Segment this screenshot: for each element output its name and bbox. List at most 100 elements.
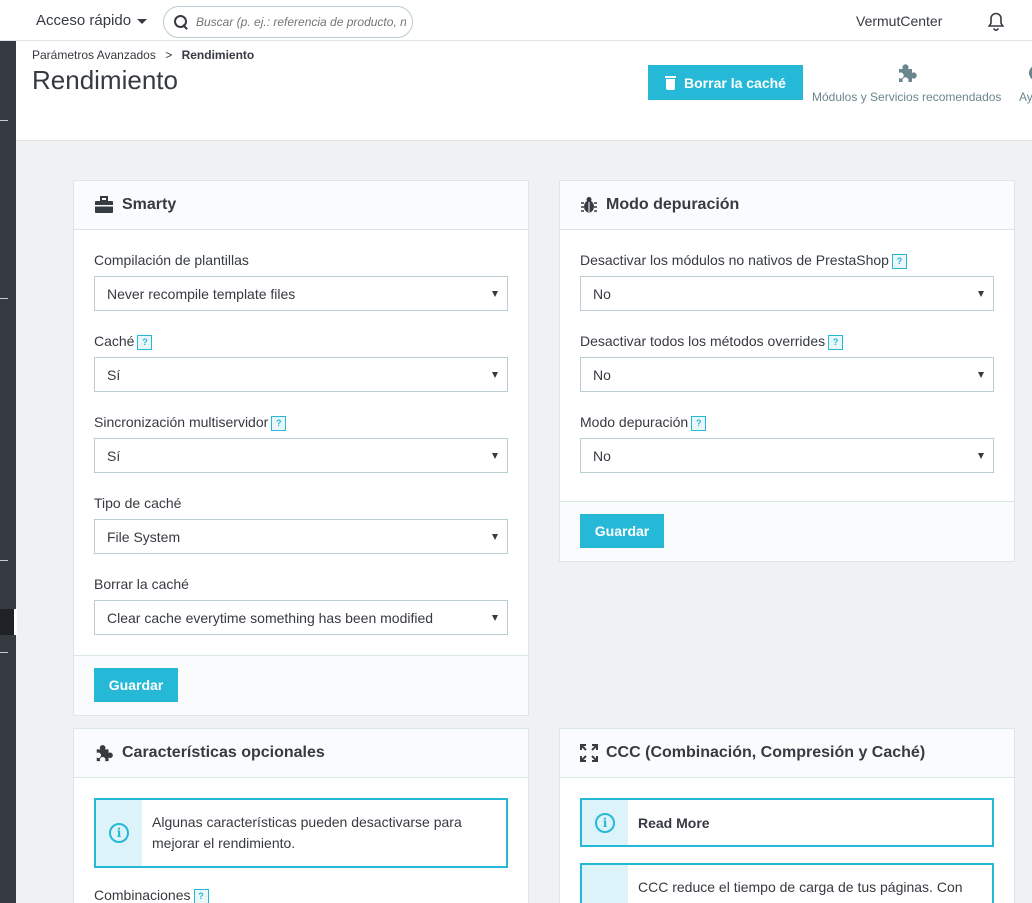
- briefcase-icon: [95, 196, 113, 213]
- cache-type-select[interactable]: File System: [94, 519, 508, 554]
- template-compilation-value: Never recompile template files: [107, 285, 296, 302]
- multiserver-sync-label-row: Sincronización multiservidor?: [94, 414, 508, 432]
- debug-panel-footer: Guardar: [560, 501, 1014, 561]
- optional-features-title: Características opcionales: [122, 744, 325, 761]
- disable-overrides-value: No: [593, 366, 611, 383]
- template-compilation-select[interactable]: Never recompile template files: [94, 276, 508, 311]
- clear-cache-field: Borrar la caché Clear cache everytime so…: [94, 576, 508, 635]
- ccc-description-text: CCC reduce el tiempo de carga de tus pág…: [638, 879, 963, 895]
- help-icon[interactable]: ?: [193, 888, 209, 903]
- page-title: Rendimiento: [32, 65, 178, 95]
- ccc-title: CCC (Combinación, Compresión y Caché): [606, 744, 926, 761]
- read-more-icon-box: i: [582, 800, 628, 845]
- dropdown-arrow-icon: [978, 372, 984, 378]
- help-icon[interactable]: ?: [828, 334, 844, 350]
- debug-panel: Modo depuración Desactivar los módulos n…: [559, 180, 1015, 562]
- template-compilation-label: Compilación de plantillas: [94, 252, 249, 268]
- multiserver-sync-field: Sincronización multiservidor? Sí: [94, 414, 508, 473]
- info-icon: i: [595, 812, 615, 833]
- combinations-label: Combinaciones: [94, 887, 191, 903]
- debug-mode-select[interactable]: No: [580, 438, 994, 473]
- puzzle-icon: [96, 745, 113, 762]
- help-icon[interactable]: ?: [691, 415, 707, 431]
- clear-cache-button[interactable]: Borrar la caché: [648, 65, 803, 100]
- dropdown-arrow-icon: [978, 291, 984, 297]
- read-more-text[interactable]: Read More: [628, 800, 720, 845]
- ccc-description-icon-box: [582, 865, 628, 903]
- ccc-description-alert: CCC reduce el tiempo de carga de tus pág…: [580, 863, 994, 903]
- smarty-panel-footer: Guardar: [74, 655, 528, 715]
- clear-cache-select[interactable]: Clear cache everytime something has been…: [94, 600, 508, 635]
- search-box[interactable]: [163, 6, 413, 38]
- sidebar-active-item[interactable]: [0, 609, 17, 635]
- debug-mode-value: No: [593, 447, 611, 464]
- page-header: Parámetros Avanzados > Rendimiento Rendi…: [16, 41, 1032, 141]
- help-icon[interactable]: ?: [137, 334, 153, 350]
- bug-icon: [581, 197, 597, 213]
- cache-select[interactable]: Sí: [94, 357, 508, 392]
- multiserver-sync-select[interactable]: Sí: [94, 438, 508, 473]
- info-alert-icon-box: i: [96, 800, 142, 866]
- info-icon: i: [109, 823, 129, 843]
- debug-title: Modo depuración: [606, 196, 740, 213]
- help-icon[interactable]: ?: [271, 415, 287, 431]
- cache-label: Caché: [94, 333, 135, 349]
- read-more-alert[interactable]: i Read More: [580, 798, 994, 847]
- cache-label-row: Caché?: [94, 333, 508, 351]
- sidebar-divider: [0, 652, 8, 653]
- disable-overrides-select[interactable]: No: [580, 357, 994, 392]
- quick-access-dropdown[interactable]: Acceso rápido: [36, 12, 148, 29]
- template-compilation-field: Compilación de plantillas Never recompil…: [94, 252, 508, 311]
- multiserver-sync-label: Sincronización multiservidor: [94, 414, 269, 430]
- optional-features-panel: Características opcionales i Algunas car…: [73, 728, 529, 903]
- shop-name-link[interactable]: VermutCenter: [856, 13, 942, 29]
- dropdown-arrow-icon: [492, 534, 498, 540]
- help-icon[interactable]: ?: [891, 253, 907, 269]
- recommended-modules-label: Módulos y Servicios recomendados: [812, 90, 1002, 104]
- dropdown-arrow-icon: [492, 372, 498, 378]
- sidebar: [0, 41, 17, 903]
- disable-overrides-label: Desactivar todos los métodos overrides: [580, 333, 826, 349]
- help-circle-icon: [1029, 66, 1032, 80]
- ccc-panel: CCC (Combinación, Compresión y Caché) i …: [559, 728, 1015, 903]
- smarty-panel-header: Smarty: [74, 181, 528, 230]
- dropdown-arrow-icon: [492, 453, 498, 459]
- smarty-title: Smarty: [122, 196, 177, 213]
- debug-mode-label-row: Modo depuración?: [580, 414, 994, 432]
- dropdown-arrow-icon: [492, 615, 498, 621]
- disable-non-native-modules-field: Desactivar los módulos no nativos de Pre…: [580, 252, 994, 311]
- cache-field: Caché? Sí: [94, 333, 508, 392]
- top-header: Acceso rápido VermutCenter: [0, 0, 1032, 41]
- debug-save-button[interactable]: Guardar: [580, 514, 664, 548]
- disable-non-native-modules-value: No: [593, 285, 611, 302]
- expand-icon: [580, 744, 598, 762]
- dropdown-arrow-icon: [978, 453, 984, 459]
- disable-non-native-modules-label: Desactivar los módulos no nativos de Pre…: [580, 252, 889, 268]
- smarty-save-button[interactable]: Guardar: [94, 668, 178, 702]
- dropdown-arrow-icon: [492, 291, 498, 297]
- smarty-panel: Smarty Compilación de plantillas Never r…: [73, 180, 529, 716]
- chevron-down-icon: [137, 19, 148, 24]
- disable-non-native-modules-label-row: Desactivar los módulos no nativos de Pre…: [580, 252, 994, 270]
- cache-value: Sí: [107, 366, 121, 383]
- clear-cache-value: Clear cache everytime something has been…: [107, 609, 434, 626]
- cache-type-value: File System: [107, 528, 181, 545]
- clear-cache-field-label: Borrar la caché: [94, 576, 189, 592]
- help-link[interactable]: Ay: [1019, 63, 1032, 104]
- debug-mode-label: Modo depuración: [580, 414, 689, 430]
- breadcrumb-parent[interactable]: Parámetros Avanzados: [32, 48, 156, 62]
- combinations-label-row: Combinaciones?: [94, 887, 508, 903]
- breadcrumb-current: Rendimiento: [181, 48, 255, 62]
- clear-cache-label: Borrar la caché: [684, 74, 786, 91]
- info-alert: i Algunas características pueden desacti…: [94, 798, 508, 868]
- search-icon[interactable]: [174, 15, 188, 29]
- search-input[interactable]: [196, 15, 406, 29]
- recommended-modules-link[interactable]: Módulos y Servicios recomendados: [812, 63, 1001, 104]
- bell-icon[interactable]: [987, 12, 1005, 32]
- ccc-header: CCC (Combinación, Compresión y Caché): [560, 729, 1014, 778]
- info-alert-text: Algunas características pueden desactiva…: [152, 814, 462, 851]
- disable-non-native-modules-select[interactable]: No: [580, 276, 994, 311]
- disable-overrides-field: Desactivar todos los métodos overrides? …: [580, 333, 994, 392]
- debug-panel-header: Modo depuración: [560, 181, 1014, 230]
- multiserver-sync-value: Sí: [107, 447, 121, 464]
